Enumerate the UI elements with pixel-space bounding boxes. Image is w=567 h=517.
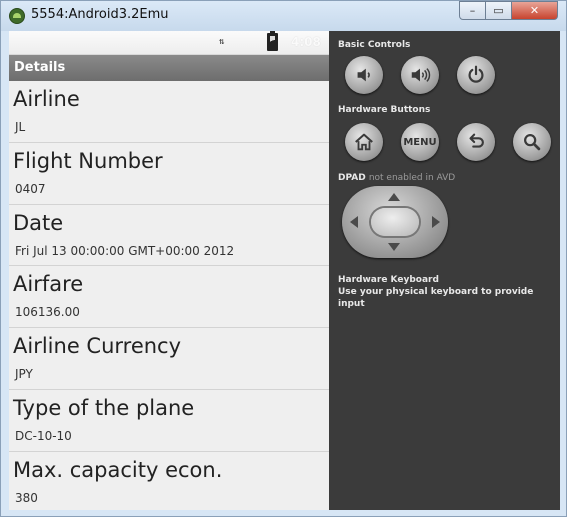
close-button[interactable]: ✕: [512, 1, 558, 20]
search-button[interactable]: [513, 123, 551, 161]
minimize-button[interactable]: –: [459, 1, 486, 20]
data-signal-icon: ⇅: [219, 37, 225, 47]
detail-label: Airline: [13, 87, 80, 111]
maximize-button[interactable]: ▭: [486, 1, 512, 20]
dpad[interactable]: [342, 186, 448, 258]
dpad-left-icon: [350, 216, 358, 228]
home-button[interactable]: [345, 123, 383, 161]
battery-charging-icon: [267, 31, 278, 51]
emulator-device: ⇅ 4:08 Details Airline JL Flight Number …: [9, 31, 560, 510]
hardware-keyboard-hint: Use your physical keyboard to provide in…: [338, 287, 534, 309]
dpad-up-icon: [388, 193, 400, 201]
detail-item-airfare[interactable]: Airfare 106136.00: [9, 266, 329, 329]
volume-down-button[interactable]: [345, 56, 383, 94]
window-title: 5554:Android3.2Emu: [31, 7, 169, 22]
emulator-controls-panel: Basic Controls Hardware Buttons MENU DPA…: [329, 31, 560, 510]
hardware-buttons-heading: Hardware Buttons: [338, 105, 431, 115]
back-button[interactable]: [457, 123, 495, 161]
title-bar[interactable]: 5554:Android3.2Emu – ▭ ✕: [1, 1, 566, 31]
detail-value: 106136.00: [15, 305, 80, 320]
status-bar: ⇅ 4:08: [9, 31, 329, 55]
detail-value: JL: [15, 120, 26, 134]
window-controls: – ▭ ✕: [459, 1, 558, 20]
dpad-note: not enabled in AVD: [368, 173, 456, 183]
power-button[interactable]: [457, 56, 495, 94]
basic-controls-heading: Basic Controls: [338, 40, 411, 50]
detail-value: 0407: [15, 181, 46, 196]
detail-value: JPY: [15, 367, 33, 382]
detail-label: Airfare: [13, 272, 84, 297]
details-list: Airline JL Flight Number 0407 Date Fri J…: [9, 81, 329, 510]
search-icon: [524, 134, 541, 151]
power-icon: [468, 65, 484, 83]
status-clock: 4:08: [291, 35, 321, 49]
detail-item-date[interactable]: Date Fri Jul 13 00:00:00 GMT+00:00 2012: [9, 205, 329, 267]
detail-item-plane-type[interactable]: Type of the plane DC-10-10: [9, 390, 329, 452]
dpad-heading: DPAD not enabled in AVD: [338, 173, 455, 183]
detail-item-flight-number[interactable]: Flight Number 0407: [9, 143, 329, 205]
menu-button[interactable]: MENU: [401, 123, 439, 161]
detail-label: Airline Currency: [13, 334, 182, 359]
volume-up-button[interactable]: [401, 56, 439, 94]
detail-label: Date: [13, 210, 64, 235]
dpad-title: DPAD: [338, 173, 366, 183]
back-icon: [469, 133, 484, 148]
detail-value: DC-10-10: [15, 428, 72, 443]
page-title: Details: [14, 60, 66, 75]
dpad-right-icon: [432, 216, 440, 228]
android-app-icon: [9, 8, 25, 24]
home-icon: [355, 133, 373, 151]
dpad-down-icon: [388, 243, 400, 251]
detail-item-airline-currency[interactable]: Airline Currency JPY: [9, 328, 329, 390]
menu-button-label: MENU: [403, 136, 437, 148]
detail-value: 380: [15, 490, 38, 505]
emulator-window: 5554:Android3.2Emu – ▭ ✕ ⇅ 4:08 Details …: [0, 0, 567, 517]
hardware-keyboard-section: Hardware Keyboard Use your physical keyb…: [338, 274, 560, 310]
volume-down-icon: [357, 68, 370, 82]
device-screen: ⇅ 4:08 Details Airline JL Flight Number …: [9, 31, 329, 510]
detail-label: Flight Number: [13, 148, 163, 173]
volume-up-icon: [411, 68, 431, 82]
hardware-keyboard-heading: Hardware Keyboard: [338, 275, 439, 285]
dpad-center-button[interactable]: [371, 208, 419, 236]
detail-item-max-capacity[interactable]: Max. capacity econ. 380: [9, 452, 329, 510]
detail-item-airline[interactable]: Airline JL: [9, 81, 329, 143]
detail-label: Max. capacity econ.: [13, 457, 223, 482]
action-bar: Details: [9, 55, 329, 81]
detail-value: Fri Jul 13 00:00:00 GMT+00:00 2012: [15, 243, 235, 258]
detail-label: Type of the plane: [13, 395, 195, 420]
